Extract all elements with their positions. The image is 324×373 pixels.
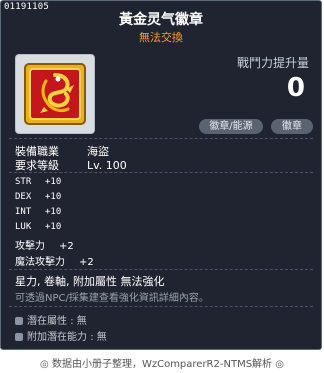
potential-sep: : [70, 316, 74, 327]
stat-row: STR +10 [15, 177, 61, 187]
enhance-restriction-text: 星力, 卷軸, 附加屬性 無法強化 [15, 275, 165, 288]
stat-value: +10 [45, 207, 62, 217]
stat-key: 攻擊力 [15, 241, 45, 252]
info-value: Lv. 100 [87, 159, 127, 172]
potential-bullet-icon [15, 317, 23, 325]
stat-value: +2 [59, 241, 74, 252]
stat-row: LUK +10 [15, 222, 61, 232]
stat-value: +10 [45, 192, 62, 202]
item-tooltip: 01191105 黃金灵气徽章 無法交換 戰鬥力提升量 0 徽章/能源 徽章 裝… [0, 0, 322, 350]
tag-badge: 徽章 [271, 119, 313, 134]
stat-value: +10 [45, 222, 62, 232]
stat-key: DEX [15, 192, 32, 202]
divider [9, 269, 313, 270]
stat-value: +10 [45, 177, 62, 187]
stat-value: +2 [79, 257, 94, 268]
footer-credit: ◎ 数据由小册子整理，WzComparerR2-NTMS解析 ◎ [40, 359, 284, 370]
item-icon-frame [15, 54, 95, 134]
potential-row: 潛在屬性 : 無 [15, 312, 87, 327]
potential-sep: : [90, 332, 94, 343]
potential-label: 潛在屬性 [27, 316, 67, 327]
divider [9, 138, 313, 139]
potential-value: 無 [76, 316, 87, 327]
potential-value: 無 [96, 332, 107, 343]
stat-key: INT [15, 207, 32, 217]
stat-row: DEX +10 [15, 192, 61, 202]
stat-row-magic-attack: 魔法攻擊力 +2 [15, 253, 94, 268]
trade-status: 無法交換 [139, 31, 183, 44]
stat-row-attack: 攻擊力 +2 [15, 237, 74, 252]
enhance-info-text: 可透過NPC/採集建查看強化資訊詳細內容。 [15, 293, 209, 304]
stat-key: STR [15, 177, 32, 187]
power-increase-label: 戰鬥力提升量 [236, 56, 309, 70]
item-title: 黃金灵气徽章 [119, 12, 203, 28]
tag-badge-energy: 徽章/能源 [199, 119, 263, 134]
potential-bullet-icon [15, 333, 23, 341]
stat-key: LUK [15, 222, 32, 232]
stat-key: 魔法攻擊力 [15, 257, 65, 268]
gold-dragon-badge-icon [24, 63, 86, 125]
stat-row: INT +10 [15, 207, 61, 217]
divider [9, 306, 313, 307]
info-row-level: 要求等級 Lv. 100 [15, 157, 127, 173]
potential-label: 附加潛在能力 [27, 332, 87, 343]
power-increase-value: 0 [286, 73, 305, 103]
divider [9, 172, 313, 173]
info-key: 要求等級 [15, 159, 59, 172]
additional-potential-row: 附加潛在能力 : 無 [15, 328, 107, 343]
